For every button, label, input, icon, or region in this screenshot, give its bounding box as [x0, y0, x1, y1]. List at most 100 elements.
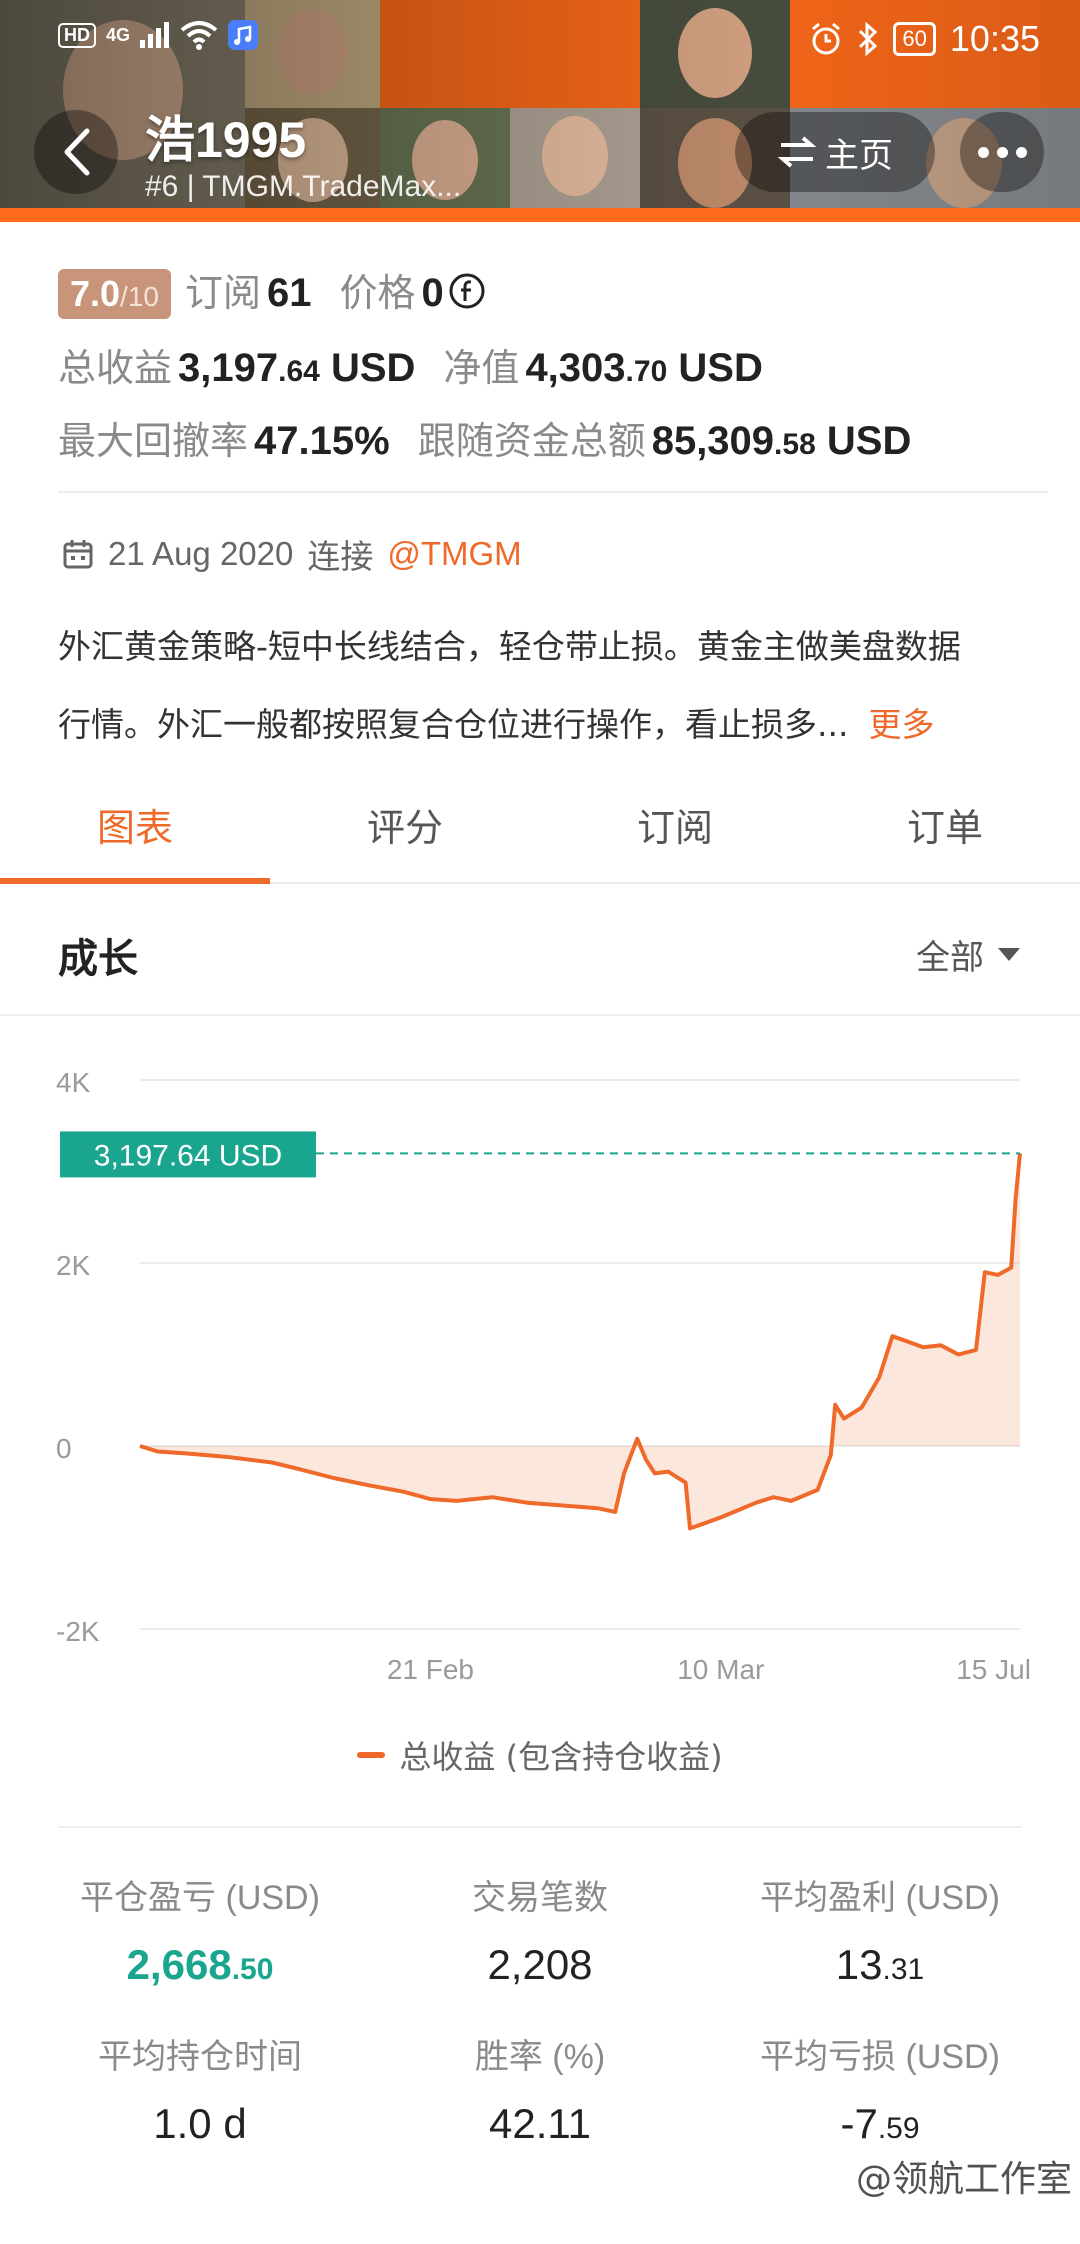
- coin-icon: [449, 273, 485, 308]
- stat-avg-profit: 平均盈利 (USD) 13.31: [710, 1870, 1050, 1989]
- x-tick-label: 21 Feb: [387, 1654, 474, 1685]
- stat-dec: .31: [882, 1953, 925, 1986]
- stats-grid: 平仓盈亏 (USD) 2,668.50 交易笔数 2,208 平均盈利 (USD…: [30, 1870, 1050, 2148]
- stat-int: 42.11: [489, 2100, 591, 2147]
- stat-avg-loss: 平均亏损 (USD) -7.59: [710, 2029, 1050, 2148]
- profit-row: 总收益 3,197.64 USD 净值 4,303.70 USD: [58, 337, 1048, 392]
- x-tick-label: 15 Jul: [956, 1654, 1031, 1685]
- stat-trade-count: 交易笔数 2,208: [370, 1870, 710, 1989]
- current-value-label: 3,197.64 USD: [94, 1139, 282, 1172]
- price-label: 价格: [339, 273, 416, 315]
- stat-label: 平均亏损 (USD): [760, 2038, 1000, 2076]
- follow-funds-label: 跟随资金总额: [417, 421, 646, 463]
- tab-chart[interactable]: 图表: [0, 780, 270, 884]
- tab-rating[interactable]: 评分: [270, 780, 540, 882]
- equity-int: 4,303: [525, 346, 626, 390]
- dot-icon: [1015, 146, 1027, 158]
- description-line-2: 行情。外汇一般都按照复合仓位进行操作，看止损多... 更多: [58, 686, 1048, 764]
- header-accent-bar: [0, 208, 1080, 222]
- chevron-left-icon: [64, 128, 90, 176]
- stats-divider: [58, 1826, 1022, 1828]
- back-button[interactable]: [34, 110, 118, 194]
- alarm-icon: [812, 22, 841, 55]
- stat-avg-hold-time: 平均持仓时间 1.0 d: [30, 2029, 370, 2148]
- strategy-description: 外汇黄金策略-短中长线结合，轻仓带止损。黄金主做美盘数据 行情。外汇一般都按照复…: [58, 608, 1048, 764]
- stat-int: 1.0 d: [153, 2100, 247, 2147]
- stat-closed-pnl: 平仓盈亏 (USD) 2,668.50: [30, 1870, 370, 1989]
- stat-int: 2,668: [126, 1941, 232, 1988]
- total-profit-int: 3,197: [178, 346, 279, 390]
- tab-bar: 图表 评分 订阅 订单: [0, 780, 1080, 884]
- status-bar-right: 60 10:35: [809, 18, 1040, 60]
- signal-icon: [140, 22, 170, 48]
- equity-dec: .70: [625, 355, 668, 388]
- dot-icon: [977, 146, 989, 158]
- price-value: 0: [421, 271, 444, 315]
- status-bar-left: HD 4G: [58, 20, 259, 50]
- max-drawdown-value: 47.15%: [254, 419, 390, 463]
- connect-date: 21 Aug 2020: [108, 535, 294, 572]
- profile-header: HD 4G 60 10:35 浩1995 #6 | TMGM.TradeMax.…: [0, 0, 1080, 222]
- tab-orders[interactable]: 订单: [810, 780, 1080, 882]
- description-line: 外汇黄金策略-短中长线结合，轻仓带止损。黄金主做美盘数据: [58, 627, 961, 666]
- stat-value: 13.31: [710, 1941, 1050, 1989]
- stat-label: 胜率 (%): [474, 2038, 606, 2076]
- subscribe-label: 订阅: [184, 273, 261, 315]
- hd-badge: HD: [58, 22, 96, 48]
- rating-value: 7.0: [70, 273, 121, 314]
- stat-label: 平仓盈亏 (USD): [80, 1879, 320, 1917]
- y-tick-label: 0: [56, 1433, 72, 1464]
- follow-funds-int: 85,309: [651, 419, 775, 463]
- equity-value: 4,303.70 USD: [525, 346, 762, 391]
- trader-rank-broker: #6 | TMGM.TradeMax...: [145, 170, 462, 203]
- range-dropdown[interactable]: 全部: [916, 930, 1020, 979]
- home-button[interactable]: 主页: [735, 112, 935, 192]
- growth-section-header: 成长 全部: [0, 888, 1080, 1016]
- calendar-icon: [63, 540, 93, 569]
- y-tick-label: 4K: [56, 1067, 91, 1098]
- y-tick-label: 2K: [56, 1250, 91, 1281]
- network-label: 4G: [106, 24, 131, 45]
- follow-funds-unit: USD: [826, 419, 912, 463]
- connection-info: 21 Aug 2020 连接 @TMGM: [62, 530, 522, 578]
- legend-label: 总收益 (包含持仓收益): [399, 1738, 723, 1776]
- equity-unit: USD: [678, 346, 763, 390]
- more-link[interactable]: 更多: [868, 705, 934, 744]
- stat-value: 2,668.50: [30, 1941, 370, 1989]
- follow-funds-dec: .58: [774, 428, 816, 461]
- rating-badge: 7.0/10: [58, 269, 171, 319]
- subscribe-count: 61: [267, 271, 312, 315]
- watermark: @领航工作室: [855, 2159, 1072, 2200]
- stat-win-rate: 胜率 (%) 42.11: [370, 2029, 710, 2148]
- dot-icon: [996, 146, 1008, 158]
- home-label: 主页: [825, 135, 893, 176]
- stat-int: 2,208: [487, 1941, 593, 1988]
- stat-value: 42.11: [370, 2100, 710, 2148]
- stat-label: 平均盈利 (USD): [760, 1879, 1000, 1917]
- bluetooth-icon: [859, 22, 878, 56]
- info-divider: [58, 491, 1048, 493]
- stat-label: 平均持仓时间: [98, 2038, 302, 2076]
- music-app-icon: [228, 20, 259, 50]
- total-profit-unit: USD: [330, 346, 416, 390]
- range-value: 全部: [916, 938, 984, 978]
- legend-swatch: [357, 1752, 386, 1758]
- chart-legend: 总收益 (包含持仓收益): [0, 1732, 1080, 1778]
- total-profit-value: 3,197.64 USD: [178, 346, 415, 391]
- stat-int: -7: [840, 2100, 878, 2147]
- broker-link[interactable]: @TMGM: [387, 535, 521, 573]
- stat-label: 交易笔数: [472, 1879, 608, 1917]
- tab-subscription[interactable]: 订阅: [540, 780, 810, 882]
- stat-value: -7.59: [710, 2100, 1050, 2148]
- stat-dec: .59: [877, 2112, 920, 2145]
- section-title: 成长: [58, 936, 138, 982]
- stat-dec: .50: [231, 1953, 274, 1986]
- wifi-icon: [180, 21, 218, 50]
- connect-label: 连接: [307, 538, 374, 575]
- switch-icon: [777, 136, 817, 168]
- growth-chart: 4K 2K 0 -2K 3,197.64 USD 21 Feb 10 Mar 15 Jul: [56, 1067, 1031, 1685]
- trader-summary: 7.0/10 订阅 61 价格 0 总收益 3,197.64 USD 净值 4,…: [58, 262, 1048, 493]
- clock: 10:35: [949, 18, 1040, 59]
- total-profit-dec: .64: [278, 355, 320, 388]
- more-options-button[interactable]: [960, 112, 1044, 192]
